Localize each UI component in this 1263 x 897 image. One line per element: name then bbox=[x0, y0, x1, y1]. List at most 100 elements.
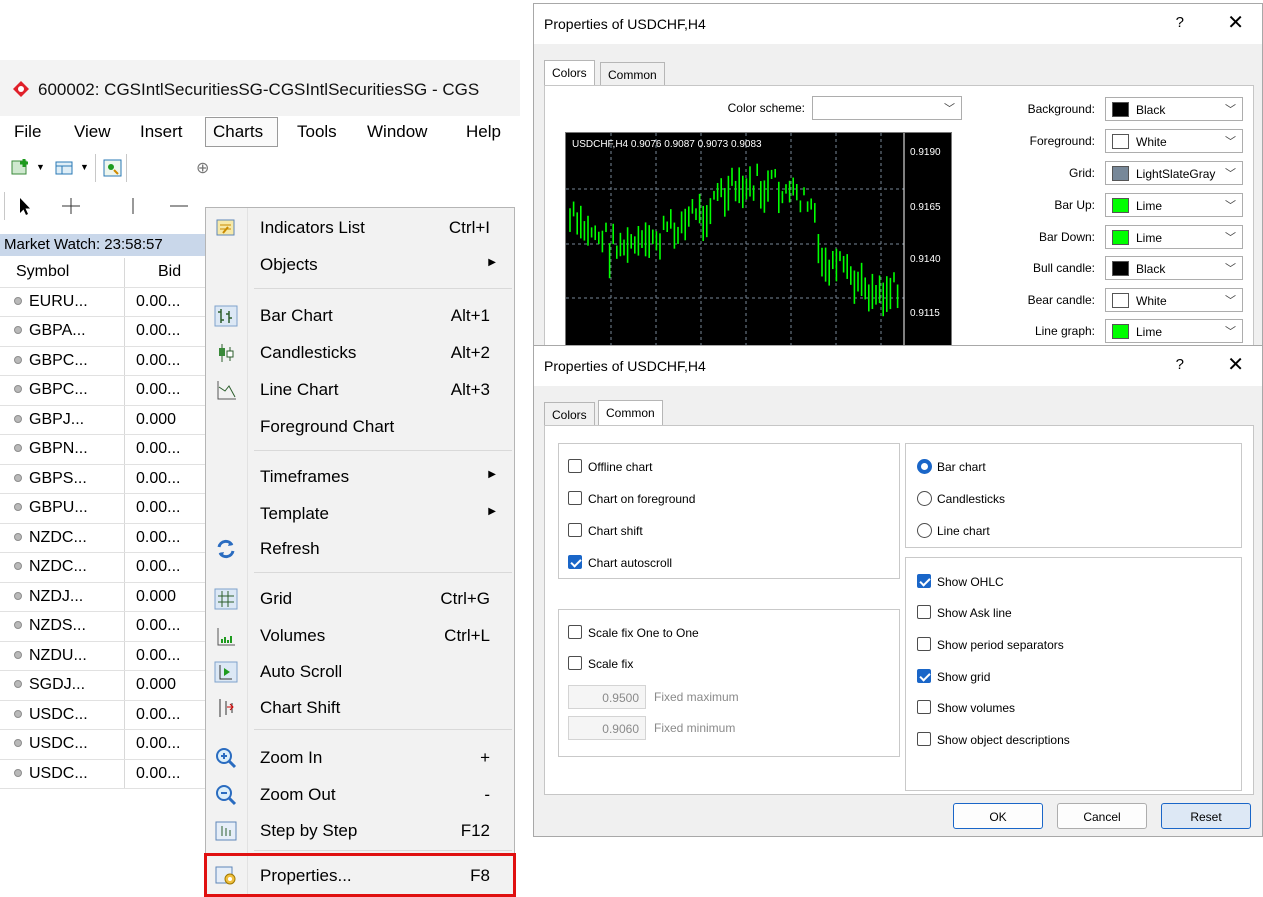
table-row[interactable]: GBPC... 0.00... bbox=[0, 376, 205, 406]
menu-file[interactable]: File bbox=[14, 122, 41, 142]
horizontal-line-icon[interactable] bbox=[168, 196, 190, 216]
help-button[interactable]: ? bbox=[1176, 14, 1184, 31]
mt4-window: 600002: CGSIntlSecuritiesSG-CGSIntlSecur… bbox=[0, 60, 520, 897]
color-select[interactable]: Black ﹀ bbox=[1105, 97, 1243, 121]
bid-cell: 0.00... bbox=[136, 322, 181, 339]
menu-item-volumes[interactable]: Volumes Ctrl+L bbox=[206, 618, 514, 654]
menu-insert[interactable]: Insert bbox=[140, 122, 183, 142]
help-button[interactable]: ? bbox=[1176, 356, 1184, 373]
toolbar-overflow-icon[interactable]: ⊕ bbox=[196, 158, 209, 178]
menu-help[interactable]: Help bbox=[466, 122, 501, 142]
zoom-in-icon bbox=[216, 748, 237, 769]
fixed-maximum-input[interactable]: 0.9500 bbox=[568, 685, 646, 709]
dialog-title-bar: Properties of USDCHF,H4 ? ✕ bbox=[534, 4, 1262, 44]
symbol-cell: GBPJ... bbox=[0, 405, 125, 434]
ok-button[interactable]: OK bbox=[953, 803, 1043, 829]
menu-item-chart-shift[interactable]: Chart Shift bbox=[206, 690, 514, 726]
color-swatch bbox=[1112, 134, 1129, 149]
color-select[interactable]: Lime ﹀ bbox=[1105, 193, 1243, 217]
table-row[interactable]: GBPU... 0.00... bbox=[0, 494, 205, 524]
color-select[interactable]: LightSlateGray ﹀ bbox=[1105, 161, 1243, 185]
menu-item-bar-chart[interactable]: Bar Chart Alt+1 bbox=[206, 298, 514, 334]
status-dot-icon bbox=[14, 621, 22, 629]
menu-item-zoom-in[interactable]: Zoom In + bbox=[206, 740, 514, 776]
table-row[interactable]: GBPS... 0.00... bbox=[0, 464, 205, 494]
status-dot-icon bbox=[14, 296, 22, 305]
checkbox-icon bbox=[917, 605, 931, 619]
menu-item-candlesticks[interactable]: Candlesticks Alt+2 bbox=[206, 335, 514, 371]
tab-common[interactable]: Common bbox=[598, 400, 663, 426]
profiles-icon[interactable] bbox=[54, 158, 76, 178]
menu-item-refresh[interactable]: Refresh bbox=[206, 531, 514, 567]
crosshair-icon[interactable] bbox=[60, 196, 82, 216]
menu-item-line-chart[interactable]: Line Chart Alt+3 bbox=[206, 372, 514, 408]
dialog-title: Properties of USDCHF,H4 bbox=[544, 358, 706, 374]
chevron-down-icon: ﹀ bbox=[944, 103, 955, 115]
table-row[interactable]: GBPJ... 0.000 bbox=[0, 405, 205, 435]
menu-tools[interactable]: Tools bbox=[297, 122, 337, 142]
cancel-button[interactable]: Cancel bbox=[1057, 803, 1147, 829]
color-select[interactable]: White ﹀ bbox=[1105, 288, 1243, 312]
menu-item-foreground-chart[interactable]: Foreground Chart bbox=[206, 409, 514, 445]
properties-dialog-common: Properties of USDCHF,H4 ? ✕ Colors Commo… bbox=[533, 345, 1263, 837]
symbol-cell: GBPA... bbox=[0, 317, 125, 346]
reset-button[interactable]: Reset bbox=[1161, 803, 1251, 829]
color-select[interactable]: Lime ﹀ bbox=[1105, 319, 1243, 343]
table-row[interactable]: NZDC... 0.00... bbox=[0, 523, 205, 553]
symbol-cell: EURU... bbox=[0, 287, 125, 316]
table-row[interactable]: NZDS... 0.00... bbox=[0, 612, 205, 642]
profiles-dropdown-icon[interactable]: ▼ bbox=[80, 162, 89, 172]
menu-item-step-by-step[interactable]: Step by Step F12 bbox=[206, 813, 514, 849]
table-row[interactable]: GBPN... 0.00... bbox=[0, 435, 205, 465]
color-select[interactable]: Lime ﹀ bbox=[1105, 225, 1243, 249]
close-icon[interactable]: ✕ bbox=[1227, 10, 1244, 35]
fixed-minimum-input[interactable]: 0.9060 bbox=[568, 716, 646, 740]
new-chart-dropdown-icon[interactable]: ▼ bbox=[36, 162, 45, 172]
tab-common[interactable]: Common bbox=[600, 62, 665, 86]
tab-colors[interactable]: Colors bbox=[544, 402, 595, 426]
color-select[interactable]: White ﹀ bbox=[1105, 129, 1243, 153]
symbol-column-header[interactable]: Symbol bbox=[0, 258, 125, 287]
status-dot-icon bbox=[14, 532, 22, 541]
grid-icon bbox=[214, 588, 238, 610]
table-row[interactable]: NZDU... 0.00... bbox=[0, 641, 205, 671]
menu-view[interactable]: View bbox=[74, 122, 111, 142]
color-scheme-select[interactable]: ﹀ bbox=[812, 96, 962, 120]
market-watch-toggle-icon[interactable] bbox=[102, 158, 124, 178]
table-row[interactable]: USDC... 0.00... bbox=[0, 759, 205, 789]
cursor-icon[interactable] bbox=[14, 196, 36, 216]
menu-item-objects[interactable]: Objects ▶ bbox=[206, 247, 514, 283]
menu-item-template[interactable]: Template ▶ bbox=[206, 496, 514, 532]
color-select[interactable]: Black ﹀ bbox=[1105, 256, 1243, 280]
table-row[interactable]: EURU... 0.00... bbox=[0, 287, 205, 317]
bid-column-header[interactable]: Bid bbox=[126, 258, 205, 287]
menu-item-grid[interactable]: Grid Ctrl+G bbox=[206, 581, 514, 617]
vertical-line-icon[interactable] bbox=[122, 196, 144, 216]
close-icon[interactable]: ✕ bbox=[1227, 352, 1244, 377]
table-row[interactable]: GBPA... 0.00... bbox=[0, 317, 205, 347]
price-label: 0.9190 bbox=[910, 147, 941, 158]
table-row[interactable]: USDC... 0.00... bbox=[0, 730, 205, 760]
table-row[interactable]: SGDJ... 0.000 bbox=[0, 671, 205, 701]
new-chart-icon[interactable] bbox=[10, 158, 32, 178]
table-header: Symbol Bid bbox=[0, 258, 205, 288]
table-row[interactable]: NZDJ... 0.000 bbox=[0, 582, 205, 612]
preview-header: USDCHF,H4 0.9076 0.9087 0.9073 0.9083 bbox=[572, 139, 762, 150]
bid-cell: 0.000 bbox=[136, 410, 177, 428]
tab-colors[interactable]: Colors bbox=[544, 60, 595, 86]
table-row[interactable]: GBPC... 0.00... bbox=[0, 346, 205, 376]
fixed-minimum-label: Fixed minimum bbox=[654, 721, 736, 735]
symbol-cell: USDC... bbox=[0, 700, 125, 729]
menu-item-zoom-out[interactable]: Zoom Out - bbox=[206, 777, 514, 813]
menu-item-timeframes[interactable]: Timeframes ▶ bbox=[206, 459, 514, 495]
table-row[interactable]: NZDC... 0.00... bbox=[0, 553, 205, 583]
checkbox-icon bbox=[568, 459, 582, 473]
table-row[interactable]: USDC... 0.00... bbox=[0, 700, 205, 730]
menu-item-indicators-list[interactable]: Indicators List Ctrl+I bbox=[206, 210, 514, 246]
color-row-label: Bull candle: bbox=[1032, 261, 1095, 275]
menu-charts[interactable]: Charts bbox=[213, 122, 263, 142]
menu-window[interactable]: Window bbox=[367, 122, 427, 142]
menu-item-auto-scroll[interactable]: Auto Scroll bbox=[206, 654, 514, 690]
chevron-down-icon: ﹀ bbox=[1225, 326, 1236, 338]
status-dot-icon bbox=[14, 768, 22, 777]
